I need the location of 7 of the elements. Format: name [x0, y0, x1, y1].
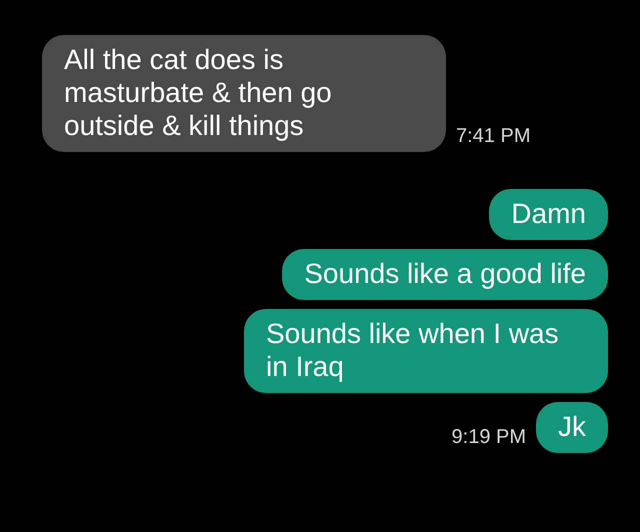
message-time: 7:41 PM: [456, 125, 530, 149]
message-time: 9:19 PM: [452, 426, 526, 450]
message-bubble: All the cat does is masturbate & then go outside & kill things: [42, 35, 446, 152]
message-bubble: Damn: [489, 189, 608, 240]
message-bubble: Sounds like a good life: [282, 249, 608, 300]
message-bubble: Jk: [536, 402, 608, 453]
message-bubble: Sounds like when I was in Iraq: [244, 309, 608, 393]
